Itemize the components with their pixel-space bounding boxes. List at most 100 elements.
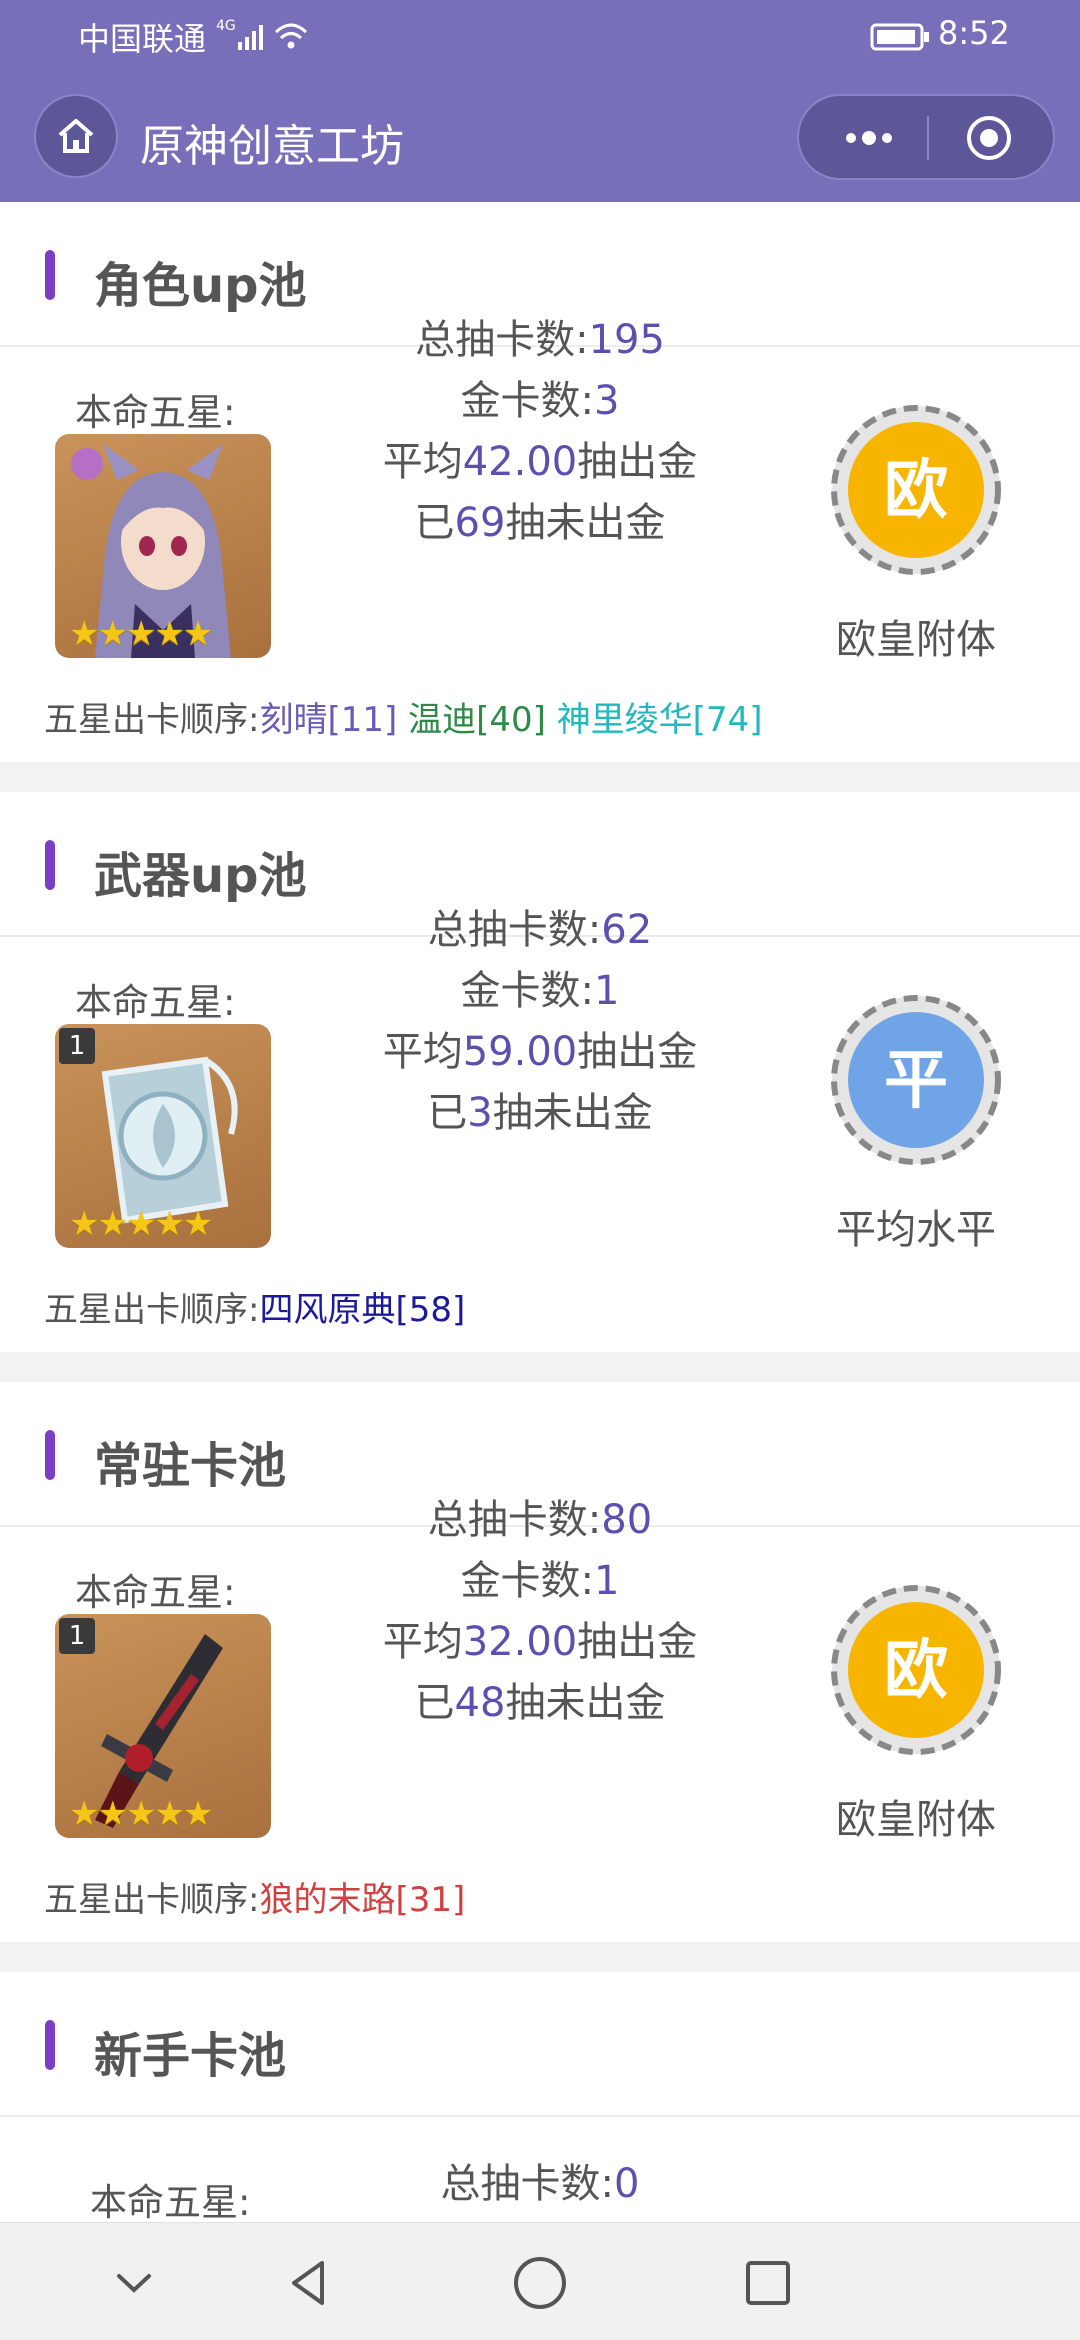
- five-star-order: 五星出卡顺序:刻晴[11] 温迪[40] 神里绫华[74]: [44, 692, 762, 741]
- weapon-refine-badge: 1: [59, 1618, 95, 1654]
- main-five-star-label: 本命五星:: [75, 1571, 236, 1614]
- back-triangle-icon: [292, 2261, 324, 2305]
- carrier-name: 中国联通: [78, 20, 207, 58]
- signal-wifi-icon: 4G: [216, 18, 308, 50]
- stats-block: 总抽卡数:80 金卡数:1 平均32.00抽出金 已48抽未出金: [300, 1490, 780, 1734]
- five-star-order: 五星出卡顺序:狼的末路[31]: [44, 1872, 465, 1921]
- stats-block: 总抽卡数:62 金卡数:1 平均59.00抽出金 已3抽未出金: [300, 900, 780, 1144]
- pool-card-standard: 常驻卡池 本命五星: 1 ★★★★★ 总抽卡数:80 金卡数:1 平均32.00…: [0, 1382, 1080, 1942]
- gold-count-label: 金卡数:: [460, 1558, 595, 1604]
- weapon-thumbnail[interactable]: 1 ★★★★★: [55, 1024, 271, 1248]
- gold-count-row: 金卡数:1: [300, 1551, 780, 1612]
- section-accent-bar: [45, 250, 55, 300]
- total-pulls-label: 总抽卡数:: [427, 1497, 602, 1543]
- rarity-stars: ★★★★★: [69, 1204, 213, 1244]
- section-accent-bar: [45, 1430, 55, 1480]
- average-suffix: 抽出金: [577, 1619, 698, 1665]
- order-label: 五星出卡顺序:: [44, 1880, 260, 1920]
- nav-home-button[interactable]: [504, 2247, 576, 2319]
- svg-text:平: 平: [884, 1044, 948, 1118]
- order-item: 神里绫华[74]: [556, 700, 763, 740]
- gold-count-row: 金卡数:3: [300, 371, 780, 432]
- recents-square-icon: [746, 2261, 790, 2305]
- gold-count-value: 1: [594, 968, 620, 1014]
- clock: 8:52: [938, 14, 1010, 52]
- luck-badge-icon: 欧: [831, 1585, 1001, 1755]
- home-icon: [58, 119, 94, 153]
- average-prefix: 平均: [382, 1619, 463, 1665]
- average-value: 32.00: [462, 1619, 578, 1665]
- section-accent-bar: [45, 2020, 55, 2070]
- order-label: 五星出卡顺序:: [44, 700, 260, 740]
- total-pulls-value: 62: [601, 907, 653, 953]
- pity-suffix: 抽未出金: [492, 1090, 653, 1136]
- stats-block: 总抽卡数:0: [300, 2154, 780, 2215]
- pool-title: 常驻卡池: [94, 1438, 287, 1494]
- pool-card-weapon: 武器up池 本命五星: 1 ★★★★★ 总抽卡数:62 金卡数:1 平均59.0…: [0, 792, 1080, 1352]
- stats-block: 总抽卡数:195 金卡数:3 平均42.00抽出金 已69抽未出金: [300, 310, 780, 554]
- main-five-star-label: 本命五星:: [75, 391, 236, 434]
- average-suffix: 抽出金: [577, 1029, 698, 1075]
- target-close-icon: [967, 116, 1011, 160]
- pity-prefix: 已: [414, 1680, 455, 1726]
- pity-row: 已3抽未出金: [300, 1083, 780, 1144]
- status-bar: 中国联通 4G 8:52: [0, 0, 1080, 72]
- luck-badge-label: 欧皇附体: [836, 1797, 996, 1843]
- average-prefix: 平均: [382, 439, 463, 485]
- total-pulls-label: 总抽卡数:: [427, 907, 602, 953]
- rarity-stars: ★★★★★: [69, 1794, 213, 1834]
- gold-count-label: 金卡数:: [460, 968, 595, 1014]
- nav-collapse-button[interactable]: [98, 2247, 170, 2319]
- average-row: 平均42.00抽出金: [300, 432, 780, 493]
- luck-badge-icon: 欧: [831, 405, 1001, 575]
- pity-prefix: 已: [427, 1090, 468, 1136]
- luck-badge-label: 欧皇附体: [836, 617, 996, 663]
- pool-card-character: 角色up池 本命五星: ★★★★★ 总抽卡数:195 金卡数:3 平均42.00…: [0, 202, 1080, 762]
- total-pulls-label: 总抽卡数:: [440, 2161, 615, 2207]
- home-button[interactable]: [34, 94, 118, 178]
- luck-badge-label: 平均水平: [836, 1207, 996, 1253]
- more-button[interactable]: [819, 96, 919, 180]
- nav-recents-button[interactable]: [732, 2247, 804, 2319]
- pity-value: 48: [454, 1680, 506, 1726]
- pity-row: 已48抽未出金: [300, 1673, 780, 1734]
- order-item: 温迪[40]: [408, 700, 546, 740]
- character-thumbnail[interactable]: ★★★★★: [55, 434, 271, 658]
- capsule-divider: [927, 116, 929, 160]
- average-prefix: 平均: [382, 1029, 463, 1075]
- total-pulls-value: 195: [588, 317, 665, 363]
- nav-back-button[interactable]: [272, 2247, 344, 2319]
- order-item: 刻晴[11]: [259, 700, 398, 740]
- average-suffix: 抽出金: [577, 439, 698, 485]
- card-header: 新手卡池: [0, 1972, 1080, 2117]
- pity-suffix: 抽未出金: [505, 500, 666, 546]
- gold-count-value: 3: [594, 378, 620, 424]
- rarity-stars: ★★★★★: [69, 614, 213, 654]
- home-circle-icon: [514, 2257, 566, 2309]
- average-value: 59.00: [462, 1029, 578, 1075]
- total-pulls-row: 总抽卡数:0: [300, 2154, 780, 2215]
- more-dots-icon: [846, 131, 892, 145]
- mini-program-capsule: [797, 94, 1055, 180]
- page-title: 原神创意工坊: [140, 121, 404, 172]
- average-row: 平均59.00抽出金: [300, 1022, 780, 1083]
- order-label: 五星出卡顺序:: [44, 1290, 260, 1330]
- pity-prefix: 已: [414, 500, 455, 546]
- total-pulls-label: 总抽卡数:: [415, 317, 589, 363]
- svg-text:欧: 欧: [884, 1634, 948, 1708]
- svg-text:欧: 欧: [884, 454, 948, 528]
- svg-text:4G: 4G: [216, 18, 236, 34]
- battery-icon: [870, 23, 929, 51]
- main-five-star-label: 本命五星:: [90, 2181, 251, 2224]
- total-pulls-row: 总抽卡数:62: [300, 900, 780, 961]
- order-item: 狼的末路[31]: [259, 1880, 466, 1920]
- close-button[interactable]: [939, 96, 1039, 180]
- pool-title: 角色up池: [94, 258, 307, 314]
- average-row: 平均32.00抽出金: [300, 1612, 780, 1673]
- weapon-thumbnail[interactable]: 1 ★★★★★: [55, 1614, 271, 1838]
- pool-title: 武器up池: [94, 848, 307, 904]
- chevron-down-icon: [117, 2274, 151, 2293]
- total-pulls-row: 总抽卡数:80: [300, 1490, 780, 1551]
- gold-count-value: 1: [594, 1558, 620, 1604]
- pity-value: 3: [467, 1090, 493, 1136]
